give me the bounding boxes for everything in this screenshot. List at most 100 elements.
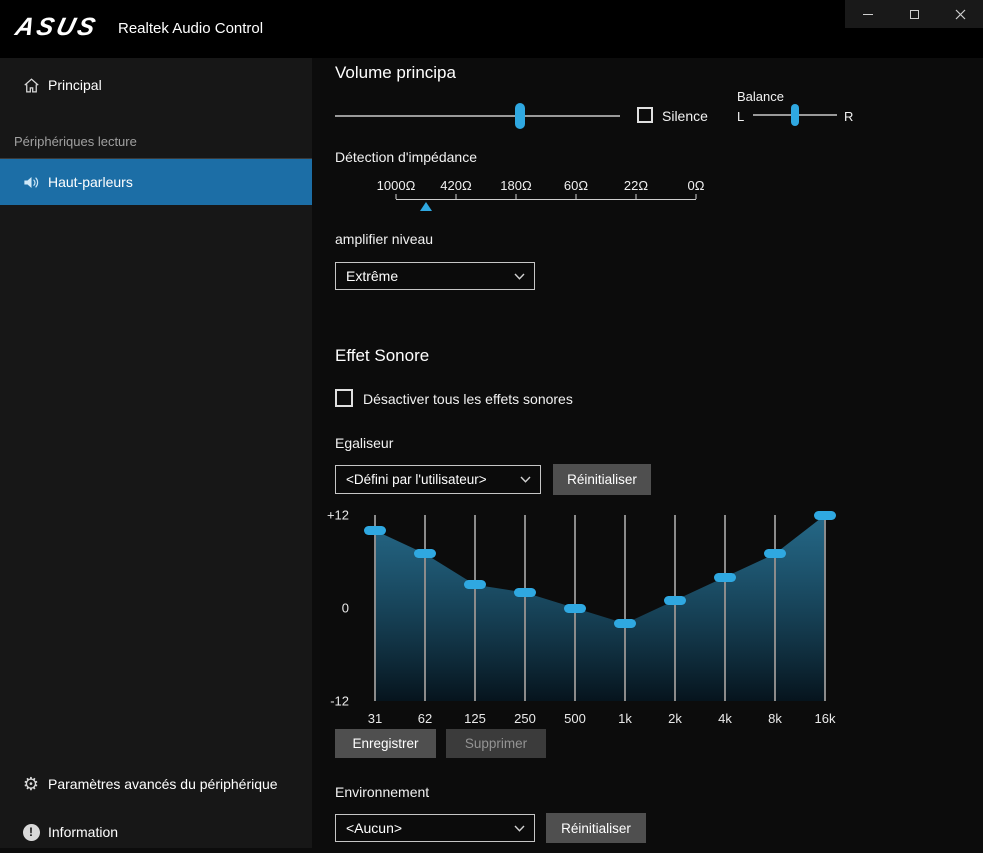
eq-track-16k[interactable] xyxy=(824,515,826,701)
eq-freq-label: 250 xyxy=(514,711,536,726)
environment-reset-button[interactable]: Réinitialiser xyxy=(546,813,646,843)
balance-label: Balance xyxy=(737,89,784,104)
window-controls xyxy=(845,0,983,28)
save-button[interactable]: Enregistrer xyxy=(335,729,436,758)
info-icon: ! xyxy=(21,822,41,842)
impedance-scale-label: 22Ω xyxy=(624,178,648,193)
eq-slider-31[interactable] xyxy=(364,526,386,535)
maximize-button[interactable] xyxy=(891,0,937,28)
volume-slider-thumb[interactable] xyxy=(515,103,525,129)
equalizer-reset-button[interactable]: Réinitialiser xyxy=(553,464,651,495)
impedance-scale-tick xyxy=(576,194,577,199)
impedance-scale-label: 1000Ω xyxy=(377,178,416,193)
balance-slider[interactable] xyxy=(753,104,837,126)
equalizer-label: Egaliseur xyxy=(335,435,393,451)
sidebar: Principal Périphériques lecture Haut-par… xyxy=(0,58,312,848)
environment-dropdown[interactable]: <Aucun> xyxy=(335,814,535,842)
amplifier-dropdown-value: Extrême xyxy=(346,268,398,284)
eq-slider-1k[interactable] xyxy=(614,619,636,628)
equalizer-chart: 31621252505001k2k4k8k16k+120-12 xyxy=(355,515,825,701)
volume-slider[interactable] xyxy=(335,102,620,130)
eq-slider-125[interactable] xyxy=(464,580,486,589)
eq-slider-16k[interactable] xyxy=(814,511,836,520)
equalizer-preset-dropdown[interactable]: <Défini par l'utilisateur> xyxy=(335,465,541,494)
balance-left-label: L xyxy=(737,109,744,124)
sidebar-item-haut-parleurs[interactable]: Haut-parleurs xyxy=(0,159,312,205)
eq-track-250[interactable] xyxy=(524,515,526,701)
chevron-down-icon xyxy=(520,476,531,483)
impedance-title: Détection d'impédance xyxy=(335,149,477,165)
eq-freq-label: 125 xyxy=(464,711,486,726)
eq-freq-label: 16k xyxy=(815,711,836,726)
eq-axis-label: 0 xyxy=(313,601,349,616)
eq-freq-label: 2k xyxy=(668,711,682,726)
eq-slider-2k[interactable] xyxy=(664,596,686,605)
eq-track-4k[interactable] xyxy=(724,515,726,701)
environment-dropdown-value: <Aucun> xyxy=(346,820,402,836)
close-button[interactable] xyxy=(937,0,983,28)
speaker-icon xyxy=(21,172,41,192)
silence-label: Silence xyxy=(662,108,708,124)
impedance-baseline xyxy=(396,199,696,200)
impedance-scale-tick xyxy=(696,194,697,199)
eq-track-1k[interactable] xyxy=(624,515,626,701)
eq-slider-250[interactable] xyxy=(514,588,536,597)
impedance-marker xyxy=(420,202,432,211)
disable-effects-label: Désactiver tous les effets sonores xyxy=(363,391,573,407)
home-icon xyxy=(21,75,41,95)
eq-freq-label: 4k xyxy=(718,711,732,726)
equalizer-preset-value: <Défini par l'utilisateur> xyxy=(346,472,487,487)
impedance-scale-tick xyxy=(516,194,517,199)
eq-axis-label: -12 xyxy=(313,694,349,709)
balance-slider-thumb[interactable] xyxy=(791,104,799,126)
eq-slider-62[interactable] xyxy=(414,549,436,558)
impedance-scale-label: 0Ω xyxy=(688,178,705,193)
impedance-scale: 1000Ω420Ω180Ω60Ω22Ω0Ω xyxy=(396,178,696,218)
eq-axis-label: +12 xyxy=(313,508,349,523)
eq-track-125[interactable] xyxy=(474,515,476,701)
disable-effects-checkbox[interactable] xyxy=(335,389,353,407)
eq-slider-8k[interactable] xyxy=(764,549,786,558)
eq-track-62[interactable] xyxy=(424,515,426,701)
eq-freq-label: 8k xyxy=(768,711,782,726)
volume-slider-track[interactable] xyxy=(335,115,620,117)
eq-freq-label: 31 xyxy=(368,711,382,726)
maximize-icon xyxy=(910,10,919,19)
sidebar-item-label: Information xyxy=(48,824,118,840)
eq-freq-label: 1k xyxy=(618,711,632,726)
info-icon-glyph: ! xyxy=(23,824,40,841)
app-title: Realtek Audio Control xyxy=(118,20,263,37)
eq-slider-4k[interactable] xyxy=(714,573,736,582)
impedance-scale-label: 420Ω xyxy=(440,178,471,193)
eq-track-31[interactable] xyxy=(374,515,376,701)
environment-label: Environnement xyxy=(335,784,429,800)
amplifier-dropdown[interactable]: Extrême xyxy=(335,262,535,290)
sidebar-item-label: Paramètres avancés du périphérique xyxy=(48,776,278,792)
delete-button[interactable]: Supprimer xyxy=(446,729,546,758)
eq-slider-500[interactable] xyxy=(564,604,586,613)
sidebar-item-advanced-settings[interactable]: ⚙ Paramètres avancés du périphérique xyxy=(0,763,312,805)
asus-logo: ASUS xyxy=(12,13,101,42)
eq-track-2k[interactable] xyxy=(674,515,676,701)
eq-freq-label: 500 xyxy=(564,711,586,726)
sidebar-item-principal[interactable]: Principal xyxy=(0,64,312,106)
chevron-down-icon xyxy=(514,825,525,832)
effects-section-title: Effet Sonore xyxy=(335,346,429,366)
sidebar-section-label: Périphériques lecture xyxy=(14,134,137,149)
sidebar-item-information[interactable]: ! Information xyxy=(0,811,312,853)
amplifier-label: amplifier niveau xyxy=(335,231,433,247)
titlebar: ASUS Realtek Audio Control xyxy=(0,0,983,58)
minimize-button[interactable] xyxy=(845,0,891,28)
gear-icon: ⚙ xyxy=(21,774,41,794)
balance-right-label: R xyxy=(844,109,853,124)
impedance-scale-label: 180Ω xyxy=(500,178,531,193)
chevron-down-icon xyxy=(514,273,525,280)
sidebar-item-label: Principal xyxy=(48,77,102,93)
sidebar-item-label: Haut-parleurs xyxy=(48,174,133,190)
main-content: Volume principa Silence Balance L R Déte… xyxy=(312,58,983,848)
eq-track-8k[interactable] xyxy=(774,515,776,701)
eq-freq-label: 62 xyxy=(418,711,432,726)
volume-section-title: Volume principa xyxy=(335,63,456,83)
minimize-icon xyxy=(863,14,873,15)
silence-checkbox[interactable] xyxy=(637,107,653,123)
